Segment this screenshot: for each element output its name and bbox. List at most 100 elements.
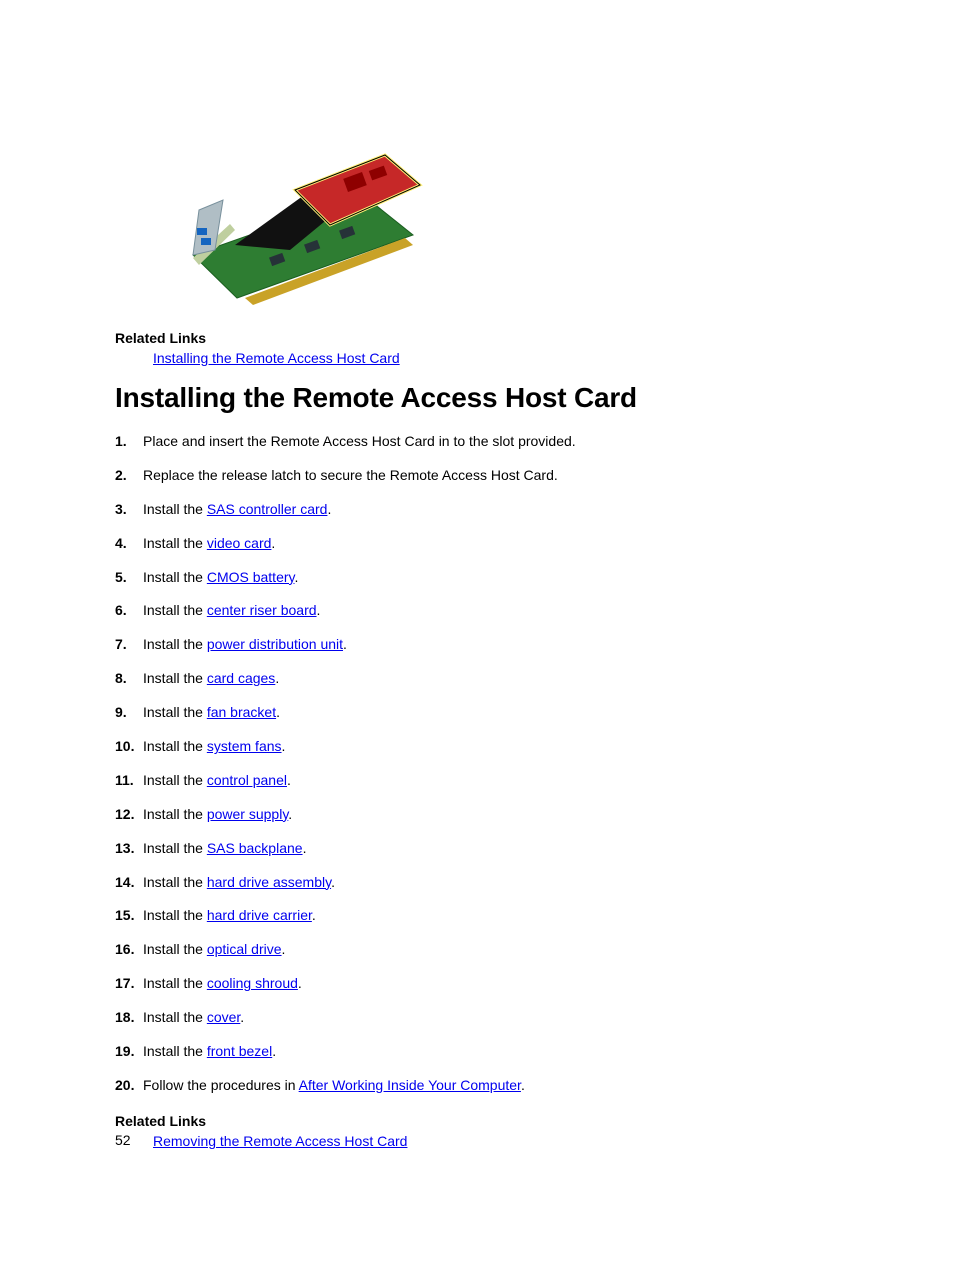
- link-installing-remote-access-host-card[interactable]: Installing the Remote Access Host Card: [153, 350, 400, 366]
- hardware-illustration: [175, 110, 435, 310]
- step-link[interactable]: fan bracket: [207, 704, 276, 720]
- step-text: Install the system fans.: [143, 737, 844, 756]
- step-text-post: .: [282, 738, 286, 754]
- page-title: Installing the Remote Access Host Card: [115, 382, 844, 414]
- step-text: Follow the procedures in After Working I…: [143, 1076, 844, 1095]
- step-text-post: .: [317, 602, 321, 618]
- step-text-pre: Install the: [143, 636, 207, 652]
- step-text: Install the SAS backplane.: [143, 839, 844, 858]
- step-text-pre: Install the: [143, 907, 207, 923]
- step-17: 17.Install the cooling shroud.: [115, 974, 844, 993]
- step-number: 20.: [115, 1076, 143, 1095]
- step-text-post: .: [331, 874, 335, 890]
- step-text-pre: Replace the release latch to secure the …: [143, 467, 558, 483]
- step-number: 11.: [115, 771, 143, 790]
- step-text-pre: Install the: [143, 772, 207, 788]
- step-text-post: .: [298, 975, 302, 991]
- step-7: 7.Install the power distribution unit.: [115, 635, 844, 654]
- page-number: 52: [115, 1132, 131, 1148]
- step-text: Install the video card.: [143, 534, 844, 553]
- step-link[interactable]: cooling shroud: [207, 975, 298, 991]
- step-link[interactable]: hard drive assembly: [207, 874, 331, 890]
- step-number: 12.: [115, 805, 143, 824]
- step-text: Install the card cages.: [143, 669, 844, 688]
- step-number: 2.: [115, 466, 143, 485]
- step-text-pre: Install the: [143, 501, 207, 517]
- step-text: Install the fan bracket.: [143, 703, 844, 722]
- step-link[interactable]: power distribution unit: [207, 636, 343, 652]
- step-6: 6.Install the center riser board.: [115, 601, 844, 620]
- step-link[interactable]: CMOS battery: [207, 569, 295, 585]
- step-text-post: .: [303, 840, 307, 856]
- step-text-pre: Install the: [143, 602, 207, 618]
- step-text-post: .: [240, 1009, 244, 1025]
- step-number: 3.: [115, 500, 143, 519]
- step-number: 9.: [115, 703, 143, 722]
- step-text-post: .: [272, 1043, 276, 1059]
- step-text-pre: Install the: [143, 569, 207, 585]
- step-19: 19.Install the front bezel.: [115, 1042, 844, 1061]
- step-text-pre: Place and insert the Remote Access Host …: [143, 433, 576, 449]
- step-text-post: .: [275, 670, 279, 686]
- step-text-pre: Install the: [143, 704, 207, 720]
- step-3: 3.Install the SAS controller card.: [115, 500, 844, 519]
- step-12: 12.Install the power supply.: [115, 805, 844, 824]
- step-number: 10.: [115, 737, 143, 756]
- step-link[interactable]: control panel: [207, 772, 287, 788]
- step-link[interactable]: center riser board: [207, 602, 317, 618]
- step-text-pre: Install the: [143, 975, 207, 991]
- step-18: 18.Install the cover.: [115, 1008, 844, 1027]
- step-link[interactable]: hard drive carrier: [207, 907, 312, 923]
- step-1: 1.Place and insert the Remote Access Hos…: [115, 432, 844, 451]
- step-link[interactable]: After Working Inside Your Computer: [299, 1077, 521, 1093]
- step-text: Install the cover.: [143, 1008, 844, 1027]
- step-text-post: .: [282, 941, 286, 957]
- step-link[interactable]: SAS backplane: [207, 840, 303, 856]
- step-text-pre: Install the: [143, 806, 207, 822]
- step-number: 14.: [115, 873, 143, 892]
- step-text-pre: Install the: [143, 535, 207, 551]
- step-10: 10.Install the system fans.: [115, 737, 844, 756]
- step-link[interactable]: cover: [207, 1009, 240, 1025]
- step-text: Install the optical drive.: [143, 940, 844, 959]
- step-link[interactable]: system fans: [207, 738, 282, 754]
- step-link[interactable]: SAS controller card: [207, 501, 328, 517]
- step-20: 20.Follow the procedures in After Workin…: [115, 1076, 844, 1095]
- step-16: 16.Install the optical drive.: [115, 940, 844, 959]
- step-text-post: .: [327, 501, 331, 517]
- step-number: 8.: [115, 669, 143, 688]
- step-link[interactable]: video card: [207, 535, 272, 551]
- step-4: 4.Install the video card.: [115, 534, 844, 553]
- step-8: 8.Install the card cages.: [115, 669, 844, 688]
- step-link[interactable]: optical drive: [207, 941, 282, 957]
- link-removing-remote-access-host-card[interactable]: Removing the Remote Access Host Card: [153, 1133, 407, 1149]
- step-text-post: .: [521, 1077, 525, 1093]
- step-link[interactable]: card cages: [207, 670, 275, 686]
- step-link[interactable]: power supply: [207, 806, 288, 822]
- step-text-pre: Install the: [143, 941, 207, 957]
- steps-list: 1.Place and insert the Remote Access Hos…: [115, 432, 844, 1095]
- step-text-post: .: [287, 772, 291, 788]
- step-text-post: .: [343, 636, 347, 652]
- step-text: Install the power supply.: [143, 805, 844, 824]
- step-text: Install the front bezel.: [143, 1042, 844, 1061]
- step-9: 9.Install the fan bracket.: [115, 703, 844, 722]
- step-text: Install the center riser board.: [143, 601, 844, 620]
- step-5: 5.Install the CMOS battery.: [115, 568, 844, 587]
- step-text: Install the SAS controller card.: [143, 500, 844, 519]
- step-text: Install the CMOS battery.: [143, 568, 844, 587]
- step-text: Place and insert the Remote Access Host …: [143, 432, 844, 451]
- step-number: 1.: [115, 432, 143, 451]
- step-text-pre: Follow the procedures in: [143, 1077, 299, 1093]
- related-links-section-top: Related Links Installing the Remote Acce…: [115, 330, 844, 368]
- step-number: 15.: [115, 906, 143, 925]
- step-text-post: .: [288, 806, 292, 822]
- step-text-pre: Install the: [143, 1043, 207, 1059]
- step-number: 6.: [115, 601, 143, 620]
- step-link[interactable]: front bezel: [207, 1043, 272, 1059]
- related-links-label: Related Links: [115, 1113, 844, 1129]
- step-number: 17.: [115, 974, 143, 993]
- step-number: 4.: [115, 534, 143, 553]
- step-text: Install the power distribution unit.: [143, 635, 844, 654]
- step-number: 13.: [115, 839, 143, 858]
